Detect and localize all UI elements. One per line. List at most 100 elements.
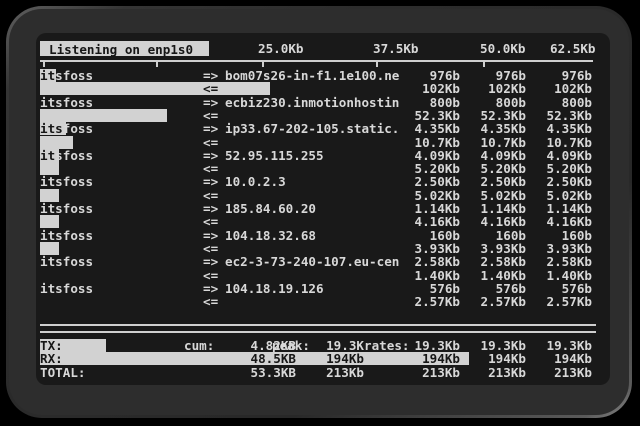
footer-rate-c3: 194Kb <box>536 352 592 365</box>
remote-host: 10.0.2.3 <box>225 175 286 188</box>
scale-tick-2 <box>262 60 264 67</box>
rx-rate-c1: 3.93Kb <box>404 242 460 255</box>
rx-rate-c1: 5.02Kb <box>404 189 460 202</box>
terminal-bezel: Listening on enp1s0 25.0Kb 37.5Kb 50.0Kb… <box>9 9 629 415</box>
tx-rate-c3: 800b <box>536 96 592 109</box>
tx-rate-c2: 2.50Kb <box>470 175 526 188</box>
grand-total-row: TOTAL:53.3KB213Kb213Kb213Kb213Kb <box>36 366 610 379</box>
connection-row-tx: itsfoss=>52.95.115.2554.09Kb4.09Kb4.09Kb <box>36 149 610 162</box>
source-host: itsfoss <box>40 149 93 162</box>
peak-value: 19.3K <box>306 339 364 352</box>
source-host-highlight: its <box>40 121 63 136</box>
tx-rate-c1: 976b <box>404 69 460 82</box>
footer-rate-c3: 19.3Kb <box>536 339 592 352</box>
connection-row-tx: itsfoss=>104.18.19.126576b576b576b <box>36 282 610 295</box>
rx-total-row: RX:48.5KB194Kb194Kb194Kb194Kb <box>36 352 610 365</box>
rx-rate-c3: 52.3Kb <box>536 109 592 122</box>
peak-value: 194Kb <box>306 352 364 365</box>
tx-arrow-icon: => <box>203 96 218 109</box>
tx-rate-c3: 576b <box>536 282 592 295</box>
remote-host: 52.95.115.255 <box>225 149 324 162</box>
rx-rate-c2: 1.40Kb <box>470 269 526 282</box>
rx-arrow-icon: <= <box>203 242 218 255</box>
footer-divider-top <box>40 324 596 326</box>
cumulative-value: 4.82KB <box>236 339 296 352</box>
footer-row-label: RX: <box>40 352 63 365</box>
desktop-background: Listening on enp1s0 25.0Kb 37.5Kb 50.0Kb… <box>0 0 640 426</box>
tx-rate-c2: 160b <box>470 229 526 242</box>
rx-rate-c1: 102Kb <box>404 82 460 95</box>
cumulative-value: 48.5KB <box>236 352 296 365</box>
tx-total-row: TX: 4.82KB 19.3K 19.3Kb 19.3Kb 19.3Kb <box>36 339 610 352</box>
terminal-screen[interactable]: Listening on enp1s0 25.0Kb 37.5Kb 50.0Kb… <box>36 33 610 385</box>
tx-rate-c2: 2.58Kb <box>470 255 526 268</box>
source-host: itsfoss <box>40 96 93 109</box>
connection-row-rx: <=5.02Kb5.02Kb5.02Kb <box>36 189 610 202</box>
scale-tick-0 <box>43 60 45 67</box>
connection-row-rx: <=52.3Kb52.3Kb52.3Kb <box>36 109 610 122</box>
scale-label-37kb: 37.5Kb <box>373 41 419 56</box>
footer-rate-c1: 194Kb <box>404 352 460 365</box>
rx-rate-bar <box>40 82 270 95</box>
source-host-highlight: it <box>40 148 55 163</box>
rx-arrow-icon: <= <box>203 269 218 282</box>
rx-rate-c3: 4.16Kb <box>536 215 592 228</box>
rx-rate-c1: 4.16Kb <box>404 215 460 228</box>
connection-row-tx: itsfoss=>185.84.60.201.14Kb1.14Kb1.14Kb <box>36 202 610 215</box>
source-host-highlight: it <box>40 68 55 83</box>
cumulative-value: 53.3KB <box>236 366 296 379</box>
rx-rate-c2: 52.3Kb <box>470 109 526 122</box>
rx-rate-c3: 5.20Kb <box>536 162 592 175</box>
tx-rate-c2: 4.35Kb <box>470 122 526 135</box>
remote-host: 185.84.60.20 <box>225 202 316 215</box>
rx-arrow-icon: <= <box>203 136 218 149</box>
tx-rate-c1: 4.09Kb <box>404 149 460 162</box>
remote-host: ecbiz230.inmotionhostin <box>225 96 399 109</box>
scale-label-50kb: 50.0Kb <box>480 41 526 56</box>
source-host: itsfoss <box>40 175 93 188</box>
footer-rate-c1: 213Kb <box>404 366 460 379</box>
tx-arrow-icon: => <box>203 282 218 295</box>
connection-row-rx: <=4.16Kb4.16Kb4.16Kb <box>36 215 610 228</box>
connection-row-rx: <= 102Kb 102Kb 102Kb <box>36 82 610 95</box>
rx-rate-c3: 3.93Kb <box>536 242 592 255</box>
rx-rate-c3: 102Kb <box>536 82 592 95</box>
footer-rate-c2: 19.3Kb <box>470 339 526 352</box>
tx-rate-c2: 1.14Kb <box>470 202 526 215</box>
tx-rate-c2: 4.09Kb <box>470 149 526 162</box>
connection-row-rx: <=2.57Kb2.57Kb2.57Kb <box>36 295 610 308</box>
tx-arrow-icon: => <box>203 255 218 268</box>
tx-arrow-icon: => <box>203 202 218 215</box>
rx-rate-c1: 2.57Kb <box>404 295 460 308</box>
connection-row-tx: itsfoss=>ip33.67-202-105.static.4.35Kb4.… <box>36 122 610 135</box>
rx-rate-c2: 3.93Kb <box>470 242 526 255</box>
remote-host: ip33.67-202-105.static. <box>225 122 399 135</box>
tx-arrow-icon: => <box>203 122 218 135</box>
footer-row-label: TX: <box>40 339 63 352</box>
tx-rate-c1: 576b <box>404 282 460 295</box>
connection-row-rx: <= 3.93Kb 3.93Kb 3.93Kb <box>36 242 610 255</box>
tx-arrow-icon: => <box>203 175 218 188</box>
rx-rate-c2: 10.7Kb <box>470 136 526 149</box>
rx-rate-c2: 102Kb <box>470 82 526 95</box>
connection-row-tx: itsfoss=>104.18.32.68160b160b160b <box>36 229 610 242</box>
rx-rate-c2: 5.20Kb <box>470 162 526 175</box>
rx-arrow-icon: <= <box>203 162 218 175</box>
footer-rate-c2: 213Kb <box>470 366 526 379</box>
remote-host: 104.18.32.68 <box>225 229 316 242</box>
rx-rate-c3: 1.40Kb <box>536 269 592 282</box>
tx-rate-c2: 576b <box>470 282 526 295</box>
rx-arrow-icon: <= <box>203 215 218 228</box>
scale-tick-4 <box>483 60 485 67</box>
scale-tick-1 <box>156 60 158 67</box>
listening-status-badge: Listening on enp1s0 <box>40 41 209 56</box>
rx-rate-c1: 10.7Kb <box>404 136 460 149</box>
scale-label-25kb: 25.0Kb <box>258 41 304 56</box>
footer-rate-c1: 19.3Kb <box>404 339 460 352</box>
tx-rate-c2: 976b <box>470 69 526 82</box>
rx-rate-c1: 5.20Kb <box>404 162 460 175</box>
rx-arrow-icon: <= <box>203 82 218 95</box>
rx-rate-c2: 2.57Kb <box>470 295 526 308</box>
tx-rate-c3: 4.35Kb <box>536 122 592 135</box>
source-host: itsfoss <box>40 282 93 295</box>
